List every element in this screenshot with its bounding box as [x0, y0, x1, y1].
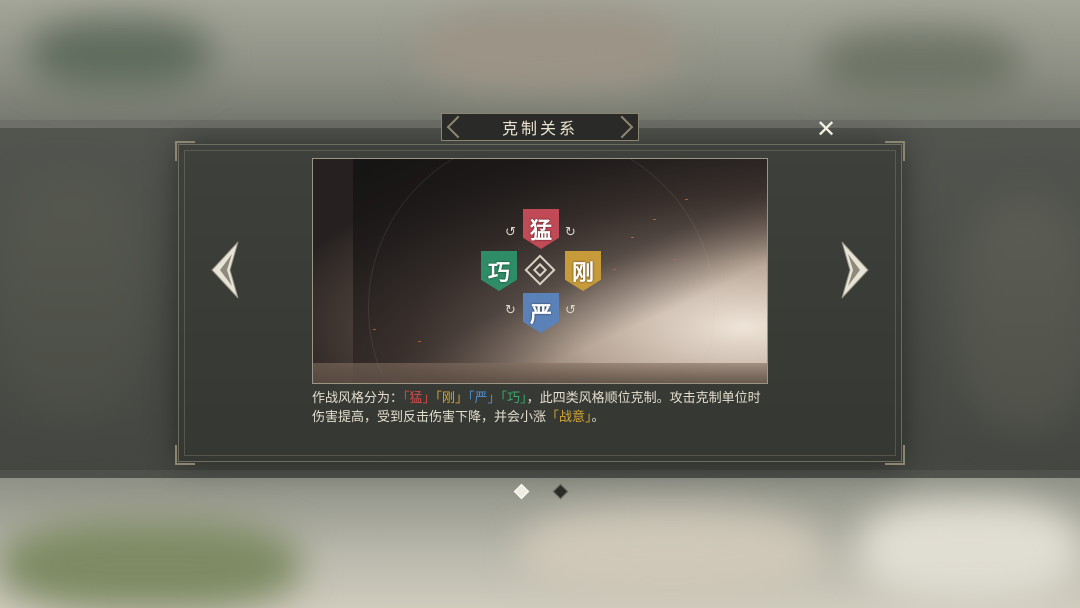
page-dot-1[interactable] — [513, 483, 530, 500]
knot-icon — [524, 254, 556, 286]
style-badge-meng: 猛 — [523, 209, 559, 249]
close-x-icon: ✕ — [815, 115, 837, 143]
dialog-title-plate: 克制关系 — [441, 113, 639, 141]
keyword-qiao: 「巧」 — [500, 391, 527, 406]
close-button[interactable]: ✕ — [813, 115, 839, 143]
desc-intro: 作战风格分为： — [312, 391, 404, 406]
cycle-arrow-icon: ↻ — [505, 303, 516, 318]
chevron-left-icon — [211, 241, 239, 299]
keyword-meng: 「猛」 — [403, 391, 436, 406]
ornament-right-icon — [610, 115, 634, 139]
ornament-left-icon — [446, 115, 470, 139]
style-badge-qiao: 巧 — [481, 251, 517, 291]
cycle-arrow-icon: ↺ — [565, 303, 576, 318]
desc-end: 。 — [591, 410, 605, 425]
page-indicator — [0, 483, 1080, 500]
keyword-gang: 「刚」 — [435, 391, 469, 406]
keyword-yan: 「严」 — [468, 391, 501, 406]
next-page-button[interactable] — [838, 240, 872, 300]
description-text: 作战风格分为：「猛」「刚」「严」「巧」，此四类风格顺位克制。攻击克制单位时伤害提… — [312, 389, 772, 427]
tutorial-illustration: 猛 刚 严 巧 ↺ ↻ ↻ ↺ — [312, 158, 768, 384]
dialog-title: 克制关系 — [501, 119, 578, 138]
page-dot-2[interactable] — [552, 483, 569, 500]
style-badge-yan: 严 — [523, 293, 559, 333]
cycle-arrow-icon: ↻ — [565, 225, 576, 240]
keyword-battle-spirit: 「战意」 — [546, 410, 592, 425]
style-badge-gang: 刚 — [565, 251, 601, 291]
chevron-right-icon — [841, 241, 869, 299]
cycle-arrow-icon: ↺ — [505, 225, 516, 240]
combat-style-emblem: 猛 刚 严 巧 ↺ ↻ ↻ ↺ — [461, 203, 621, 343]
previous-page-button[interactable] — [208, 240, 242, 300]
